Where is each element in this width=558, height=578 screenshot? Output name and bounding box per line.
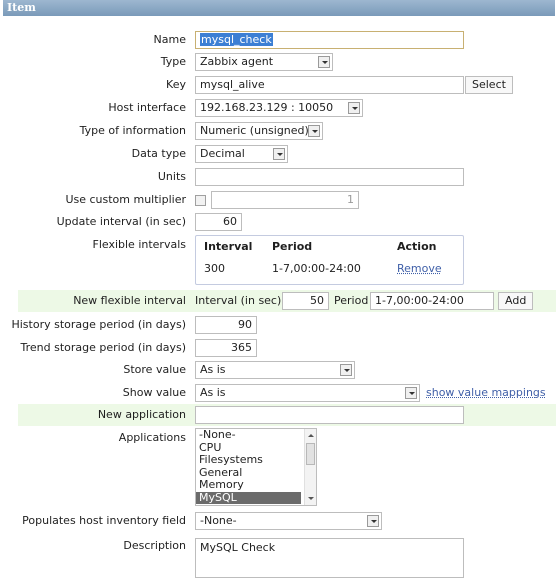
trends-input[interactable]: 365 — [195, 339, 257, 357]
trends-label: Trend storage period (in days) — [20, 341, 187, 354]
name-input[interactable]: mysql_check — [195, 31, 464, 49]
show-value-label: Show value — [122, 386, 186, 399]
application-option[interactable]: -None- — [196, 429, 316, 442]
new-interval-input[interactable]: 50 — [282, 292, 329, 310]
new-application-input[interactable] — [195, 406, 464, 424]
type-of-information-label: Type of information — [79, 124, 186, 137]
custom-multiplier-checkbox[interactable] — [195, 195, 206, 206]
application-option[interactable]: Memory — [196, 478, 316, 492]
history-label: History storage period (in days) — [11, 318, 186, 331]
type-of-information-select[interactable]: Numeric (unsigned) — [195, 122, 323, 140]
chevron-down-icon — [318, 56, 330, 68]
column-header-interval: Interval — [204, 240, 253, 253]
applications-listbox[interactable]: -None- CPU Filesystems General Memory My… — [195, 428, 317, 506]
type-select[interactable]: Zabbix agent — [195, 53, 333, 71]
applications-scrollbar[interactable] — [304, 429, 316, 505]
units-label: Units — [157, 170, 186, 183]
host-interface-label: Host interface — [108, 101, 186, 114]
flexible-intervals-table: Interval Period Action 300 1-7,00:00-24:… — [195, 235, 464, 285]
history-input[interactable]: 90 — [195, 316, 257, 334]
interval-in-sec-label: Interval (in sec) — [195, 294, 282, 307]
new-flexible-interval-label: New flexible interval — [73, 294, 186, 307]
applications-label: Applications — [118, 431, 186, 444]
type-label: Type — [160, 55, 186, 68]
inventory-label: Populates host inventory field — [22, 514, 186, 527]
store-value-label: Store value — [123, 363, 186, 376]
application-option[interactable]: Filesystems — [196, 453, 316, 467]
chevron-down-icon — [367, 515, 379, 527]
column-header-period: Period — [272, 240, 313, 253]
units-input[interactable] — [195, 168, 464, 186]
name-label: Name — [153, 33, 186, 46]
custom-multiplier-label: Use custom multiplier — [65, 193, 186, 206]
key-input[interactable]: mysql_alive — [195, 76, 464, 94]
chevron-down-icon — [308, 125, 320, 137]
chevron-down-icon — [348, 102, 360, 114]
update-interval-label: Update interval (in sec) — [56, 215, 186, 228]
scroll-thumb[interactable] — [306, 443, 315, 465]
scroll-up-icon[interactable] — [308, 434, 314, 437]
data-type-label: Data type — [131, 147, 186, 160]
select-key-button[interactable]: Select — [465, 76, 513, 94]
host-interface-select[interactable]: 192.168.23.129 : 10050 — [195, 99, 363, 117]
chevron-down-icon — [405, 387, 417, 399]
scroll-down-icon[interactable] — [308, 497, 314, 500]
period-cell: 1-7,00:00-24:00 — [272, 262, 361, 275]
section-header: Item — [3, 0, 555, 16]
new-application-label: New application — [97, 408, 186, 421]
key-label: Key — [166, 78, 186, 91]
show-value-select[interactable]: As is — [195, 384, 420, 402]
store-value-select[interactable]: As is — [195, 361, 355, 379]
chevron-down-icon — [273, 148, 285, 160]
chevron-down-icon — [340, 364, 352, 376]
data-type-select[interactable]: Decimal — [195, 145, 288, 163]
interval-cell: 300 — [204, 262, 225, 275]
inventory-select[interactable]: -None- — [195, 512, 382, 530]
custom-multiplier-input[interactable]: 1 — [211, 191, 359, 209]
period-label: Period — [334, 294, 369, 307]
application-option-selected[interactable]: MySQL — [196, 491, 301, 504]
section-title: Item — [7, 1, 36, 14]
show-value-mappings-link[interactable]: show value mappings — [426, 385, 546, 401]
new-period-input[interactable]: 1-7,00:00-24:00 — [370, 292, 494, 310]
remove-interval-link[interactable]: Remove — [397, 262, 442, 275]
add-interval-button[interactable]: Add — [498, 292, 534, 310]
column-header-action: Action — [397, 240, 437, 253]
flexible-intervals-label: Flexible intervals — [92, 238, 187, 251]
update-interval-input[interactable]: 60 — [195, 213, 242, 231]
description-textarea[interactable]: MySQL Check — [195, 538, 464, 578]
description-label: Description — [123, 539, 186, 552]
